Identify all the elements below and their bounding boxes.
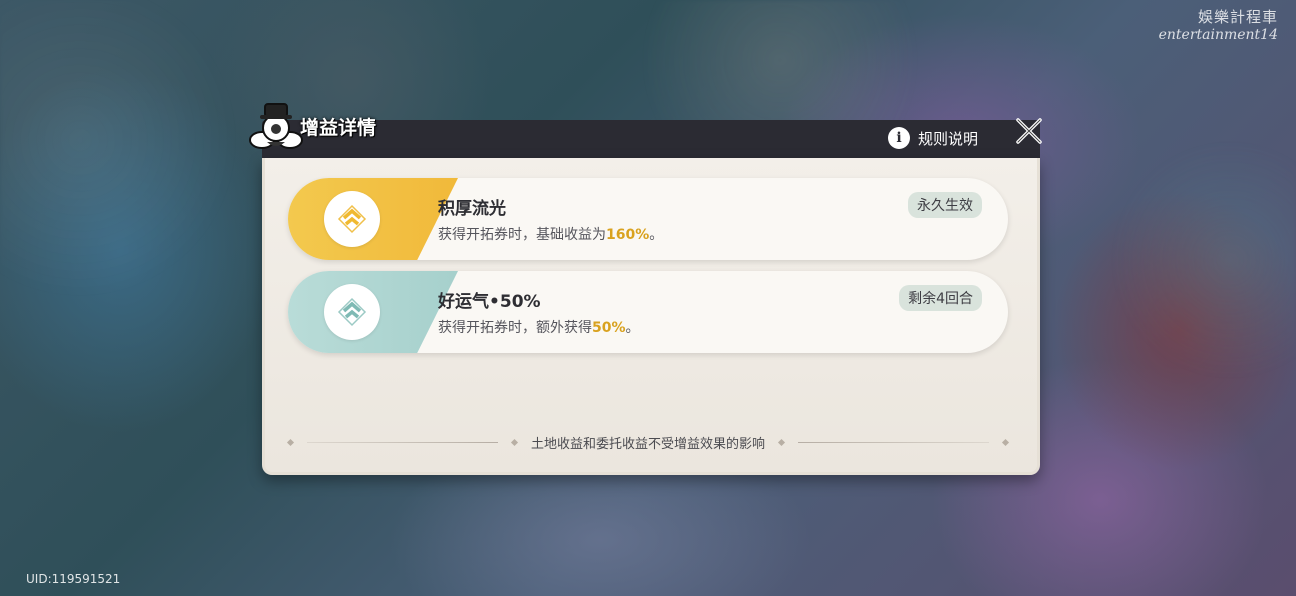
divider-ornament: [286, 438, 295, 446]
footer-note: 土地收益和委托收益不受增益效果的影响: [531, 436, 766, 452]
divider-line: [798, 441, 990, 443]
buff-name: 积厚流光: [438, 199, 506, 219]
buff-description: 获得开拓券时，基础收益为160%。: [438, 224, 663, 244]
buff-card: 好运气•50% 获得开拓券时，额外获得50%。 剩余4回合: [288, 271, 1008, 353]
divider-ornament: [510, 438, 519, 446]
buff-desc-suffix: 。: [649, 227, 664, 243]
panel-footer: 土地收益和委托收益不受增益效果的影响: [286, 430, 1010, 454]
buff-description: 获得开拓券时，额外获得50%。: [438, 317, 640, 337]
buff-desc-suffix: 。: [625, 320, 640, 336]
close-icon: [1016, 118, 1042, 144]
buff-name: 好运气•50%: [438, 292, 541, 312]
buff-duration-badge: 剩余4回合: [899, 285, 982, 311]
watermark: 娛樂計程車 entertainment14: [1159, 6, 1278, 43]
rules-button[interactable]: i 规则说明: [888, 127, 978, 149]
buff-duration-badge: 永久生效: [908, 192, 982, 218]
divider-line: [307, 441, 498, 443]
chevron-up-teal-icon: [324, 284, 380, 340]
buff-desc-prefix: 获得开拓券时，额外获得: [438, 320, 592, 336]
info-icon: i: [888, 127, 910, 149]
panel-title: 增益详情: [300, 117, 377, 139]
buff-desc-prefix: 获得开拓券时，基础收益为: [438, 227, 606, 243]
user-id-label: UID:119591521: [26, 572, 121, 586]
panel-title-group: 增益详情: [248, 94, 376, 154]
divider-ornament: [777, 438, 786, 446]
buff-desc-value: 50%: [592, 320, 626, 336]
divider-ornament: [1001, 438, 1010, 446]
buff-desc-value: 160%: [606, 227, 650, 243]
watermark-line2: entertainment14: [1158, 27, 1278, 43]
watermark-line1: 娛樂計程車: [1197, 8, 1278, 26]
buff-card: 积厚流光 获得开拓券时，基础收益为160%。 永久生效: [288, 178, 1008, 260]
chevron-up-gold-icon: [324, 191, 380, 247]
pom-pom-icon: [248, 98, 304, 154]
rules-label: 规则说明: [918, 129, 979, 148]
close-button[interactable]: [1010, 112, 1048, 150]
